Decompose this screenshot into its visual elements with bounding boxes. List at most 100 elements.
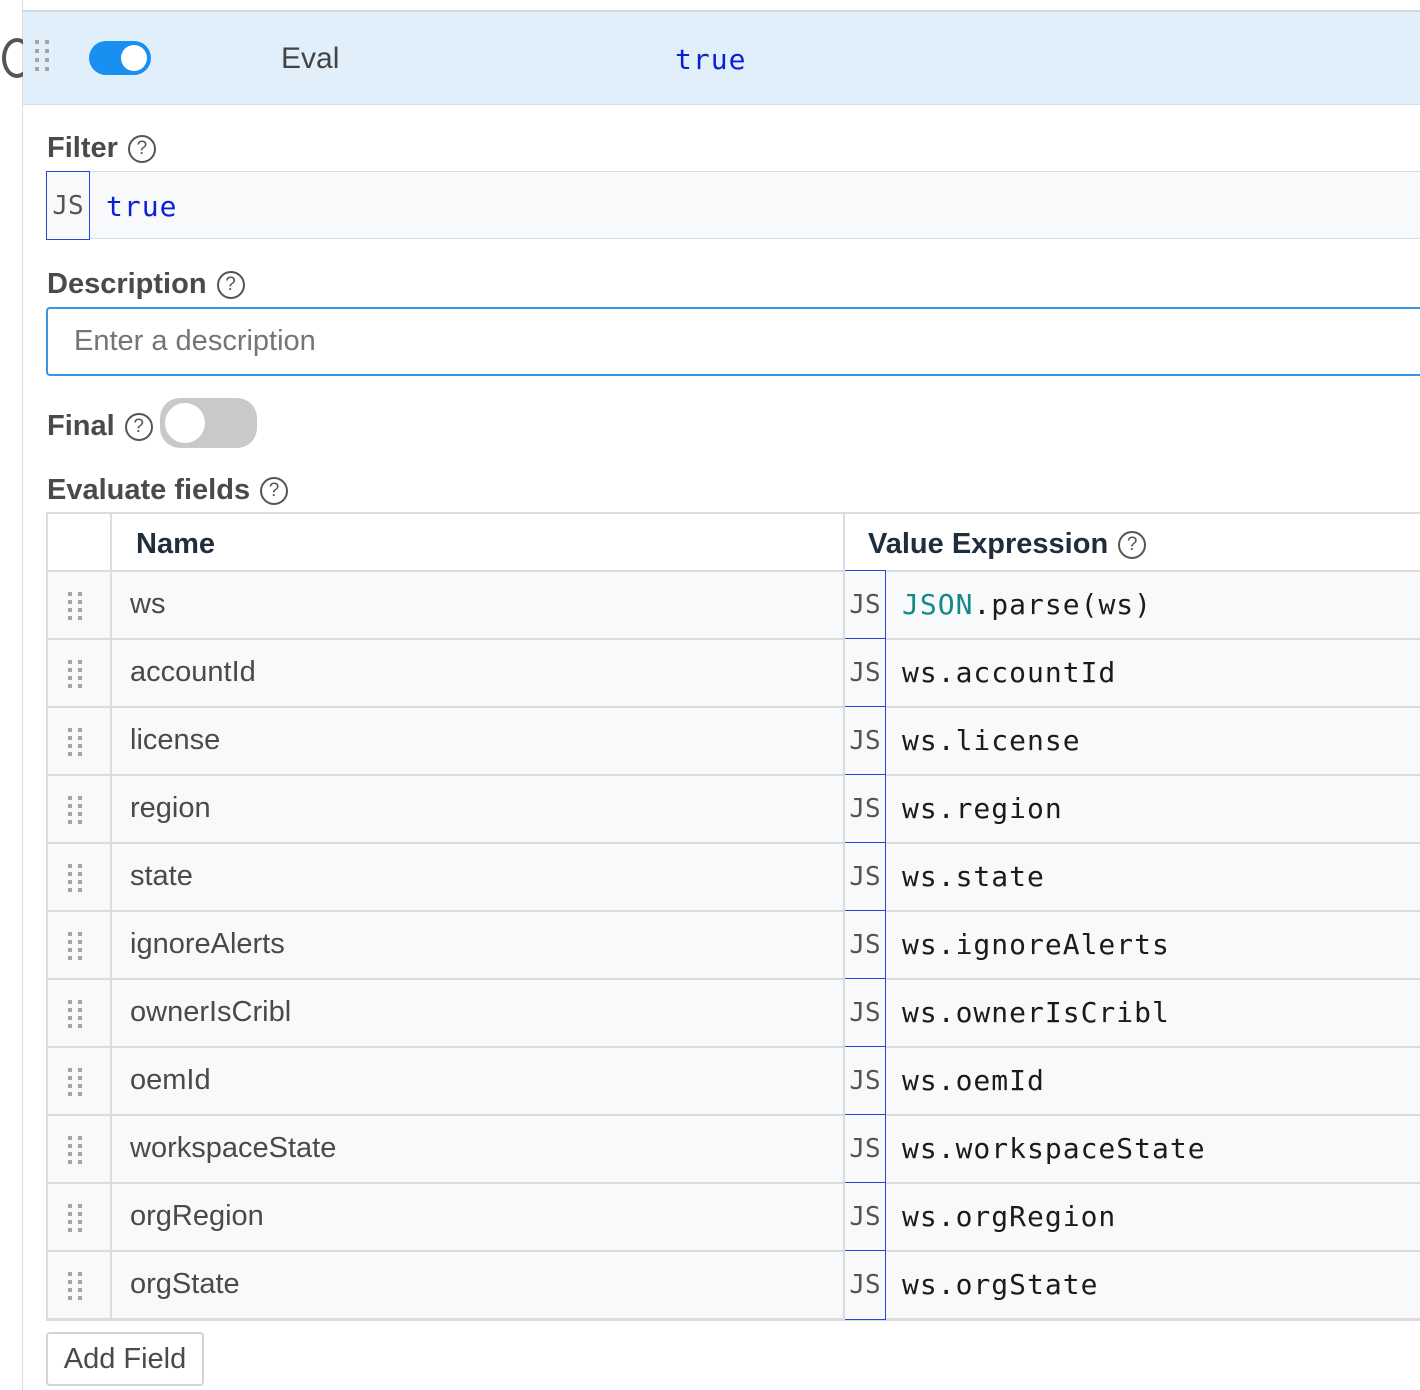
- table-row[interactable]: state JS ws.state: [48, 842, 1420, 912]
- field-name-input[interactable]: license: [130, 724, 220, 757]
- drag-handle-icon[interactable]: [68, 660, 83, 688]
- description-input[interactable]: [46, 307, 1420, 376]
- table-header: Name Value Expression ?: [48, 514, 1420, 572]
- help-circle-icon[interactable]: ?: [216, 270, 245, 299]
- function-filter-summary: true: [675, 43, 747, 76]
- final-toggle[interactable]: [160, 398, 257, 448]
- drag-handle-icon[interactable]: [68, 592, 83, 620]
- column-header-name: Name: [136, 528, 215, 560]
- drag-handle-icon[interactable]: [35, 40, 50, 71]
- drag-handle-icon[interactable]: [68, 1000, 83, 1028]
- table-row[interactable]: accountId JS ws.accountId: [48, 638, 1420, 708]
- add-field-button[interactable]: Add Field: [46, 1332, 204, 1386]
- js-language-tag: JS: [844, 706, 886, 776]
- expression-text: ws.orgRegion: [902, 1200, 1117, 1233]
- help-circle-icon[interactable]: ?: [124, 412, 153, 441]
- drag-handle-icon[interactable]: [68, 1204, 83, 1232]
- js-language-tag: JS: [844, 910, 886, 980]
- field-name-input[interactable]: orgState: [130, 1268, 240, 1301]
- table-row[interactable]: orgRegion JS ws.orgRegion: [48, 1182, 1420, 1252]
- drag-handle-icon[interactable]: [68, 1068, 83, 1096]
- expression-text: ws.workspaceState: [902, 1132, 1206, 1165]
- field-name-input[interactable]: workspaceState: [130, 1132, 336, 1165]
- field-name-input[interactable]: orgRegion: [130, 1200, 264, 1233]
- value-expression-input[interactable]: ws.ownerIsCribl: [902, 996, 1170, 1029]
- drag-handle-icon[interactable]: [68, 1272, 83, 1300]
- function-enabled-toggle[interactable]: [89, 41, 151, 75]
- drag-handle-icon[interactable]: [68, 796, 83, 824]
- evaluate-fields-table: Name Value Expression ? ws JS JSON.parse(w…: [46, 512, 1420, 1321]
- help-circle-icon[interactable]: ?: [1118, 530, 1147, 559]
- toggle-knob: [165, 403, 205, 443]
- field-name-input[interactable]: ignoreAlerts: [130, 928, 285, 961]
- filter-input[interactable]: JS true: [46, 171, 1420, 240]
- evaluate-fields-label: Evaluate fields ?: [47, 474, 289, 507]
- field-name-input[interactable]: oemId: [130, 1064, 211, 1097]
- field-name-input[interactable]: state: [130, 860, 193, 893]
- expression-text: ws.region: [902, 792, 1063, 825]
- column-divider: [843, 514, 845, 1321]
- value-expression-input[interactable]: JSON.parse(ws): [902, 588, 1152, 621]
- expression-keyword: JSON: [902, 588, 974, 621]
- field-name-input[interactable]: ownerIsCribl: [130, 996, 291, 1029]
- js-language-tag: JS: [844, 1046, 886, 1116]
- field-name-input[interactable]: ws: [130, 588, 165, 621]
- table-row[interactable]: workspaceState JS ws.workspaceState: [48, 1114, 1420, 1184]
- value-expression-input[interactable]: ws.license: [902, 724, 1081, 757]
- table-row[interactable]: region JS ws.region: [48, 774, 1420, 844]
- value-expression-input[interactable]: ws.orgState: [902, 1268, 1098, 1301]
- js-language-tag: JS: [844, 1114, 886, 1184]
- js-language-tag: JS: [844, 842, 886, 912]
- table-row[interactable]: ws JS JSON.parse(ws): [48, 570, 1420, 640]
- field-name-input[interactable]: accountId: [130, 656, 256, 689]
- column-divider: [110, 514, 112, 1321]
- function-header[interactable]: Eval true: [23, 10, 1420, 105]
- value-expression-input[interactable]: ws.workspaceState: [902, 1132, 1206, 1165]
- description-label: Description ?: [47, 268, 245, 301]
- expression-text: ws.license: [902, 724, 1081, 757]
- table-row[interactable]: ignoreAlerts JS ws.ignoreAlerts: [48, 910, 1420, 980]
- expression-text: ws.oemId: [902, 1064, 1045, 1097]
- value-expression-input[interactable]: ws.accountId: [902, 656, 1116, 689]
- column-header-value-text: Value Expression: [868, 528, 1109, 560]
- expression-text: ws.ownerIsCribl: [902, 996, 1170, 1029]
- expression-text: ws.ignoreAlerts: [902, 928, 1170, 961]
- drag-handle-icon[interactable]: [68, 1136, 83, 1164]
- field-name-input[interactable]: region: [130, 792, 211, 825]
- js-language-tag: JS: [844, 638, 886, 708]
- js-language-tag: JS: [844, 1250, 886, 1320]
- js-language-tag: JS: [844, 774, 886, 844]
- evaluate-fields-label-text: Evaluate fields: [47, 474, 251, 506]
- value-expression-input[interactable]: ws.orgRegion: [902, 1200, 1116, 1233]
- value-expression-input[interactable]: ws.region: [902, 792, 1063, 825]
- drag-handle-icon[interactable]: [68, 728, 83, 756]
- js-language-tag: JS: [844, 570, 886, 640]
- js-language-tag: JS: [46, 171, 90, 240]
- description-label-text: Description: [47, 268, 207, 300]
- expression-text: ws.accountId: [902, 656, 1117, 689]
- help-circle-icon[interactable]: ?: [127, 134, 156, 163]
- js-language-tag: JS: [844, 1182, 886, 1252]
- expression-text: ws.orgState: [902, 1268, 1099, 1301]
- table-row[interactable]: license JS ws.license: [48, 706, 1420, 776]
- value-expression-input[interactable]: ws.ignoreAlerts: [902, 928, 1170, 961]
- toggle-knob: [121, 45, 147, 71]
- filter-value[interactable]: true: [106, 190, 177, 223]
- help-circle-icon[interactable]: ?: [260, 476, 289, 505]
- table-row[interactable]: ownerIsCribl JS ws.ownerIsCribl: [48, 978, 1420, 1048]
- function-name: Eval: [281, 42, 340, 75]
- drag-handle-icon[interactable]: [68, 864, 83, 892]
- left-rail: [2, 0, 32, 1390]
- table-row[interactable]: oemId JS ws.oemId: [48, 1046, 1420, 1116]
- final-label-text: Final: [47, 410, 115, 442]
- value-expression-input[interactable]: ws.oemId: [902, 1064, 1045, 1097]
- expression-text: ws.state: [902, 860, 1045, 893]
- expression-text: .parse(ws): [973, 588, 1153, 621]
- table-row[interactable]: orgState JS ws.orgState: [48, 1250, 1420, 1320]
- value-expression-input[interactable]: ws.state: [902, 860, 1045, 893]
- final-label: Final ?: [47, 410, 153, 443]
- drag-handle-icon[interactable]: [68, 932, 83, 960]
- filter-label: Filter ?: [47, 132, 156, 165]
- filter-label-text: Filter: [47, 132, 118, 164]
- js-language-tag: JS: [844, 978, 886, 1048]
